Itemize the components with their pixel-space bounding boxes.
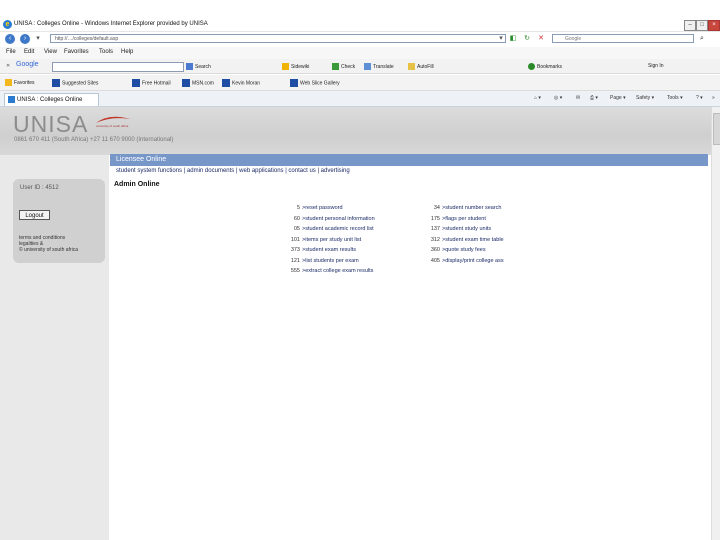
check-button[interactable]: Check xyxy=(332,63,355,70)
admin-title: Admin Online xyxy=(114,181,160,188)
favorite-free-hotmail[interactable]: Free Hotmail xyxy=(132,79,171,87)
logout-button[interactable]: Logout xyxy=(19,210,50,220)
search-icon[interactable]: ⌕ xyxy=(698,35,706,43)
menu-file[interactable]: File xyxy=(6,49,16,55)
safety-menu[interactable]: Safety ▾ xyxy=(636,95,654,101)
sidewiki-button[interactable]: Sidewiki xyxy=(282,63,309,70)
menu-bar: File Edit View Favorites Tools Help xyxy=(0,47,720,59)
link-flags-per-student[interactable]: 175 >flags per student xyxy=(426,216,486,222)
sidewiki-icon xyxy=(282,63,289,70)
section-header: Licensee Online xyxy=(110,154,708,166)
msn-icon xyxy=(182,79,190,87)
translate-icon xyxy=(364,63,371,70)
ie-logo-icon: e xyxy=(3,20,12,29)
link-student-personal-information[interactable]: 60 >student personal information xyxy=(286,216,375,222)
link-student-study-units[interactable]: 137 >student study units xyxy=(426,226,491,232)
copyright-text: © university of south africa xyxy=(19,247,78,253)
bookmarks-button[interactable]: Bookmarks xyxy=(528,63,562,70)
kevin-moran-icon xyxy=(222,79,230,87)
help-icon[interactable]: ? ▾ xyxy=(696,95,703,101)
address-field[interactable]: http://…/colleges/default.asp xyxy=(50,34,506,43)
address-bar: ‹ › ▾ http://…/colleges/default.asp ▾ ◧ … xyxy=(0,32,720,46)
page-content: UNISA university of south africa 0861 67… xyxy=(0,107,711,540)
tab-unisa-colleges-online[interactable]: UNISA : Colleges Online xyxy=(4,93,99,106)
forward-button[interactable]: › xyxy=(20,34,30,44)
bookmark-star-icon xyxy=(528,63,535,70)
sign-in-button[interactable]: Sign In xyxy=(648,63,664,69)
favorites-star-icon xyxy=(5,79,12,86)
print-icon[interactable]: ⎙ ▾ xyxy=(590,95,598,101)
web-slice-icon xyxy=(290,79,298,87)
refresh-icon[interactable]: ↻ xyxy=(523,35,531,43)
link-student-exam-results[interactable]: 373 >student exam results xyxy=(286,247,356,253)
user-box: User ID : 4512 Logout terms and conditio… xyxy=(13,179,105,263)
menu-view[interactable]: View xyxy=(44,49,57,55)
recent-pages-icon[interactable]: ▾ xyxy=(34,35,42,43)
hotmail-icon xyxy=(132,79,140,87)
left-sidebar: User ID : 4512 Logout terms and conditio… xyxy=(0,155,109,540)
spellcheck-icon xyxy=(332,63,339,70)
link-list-students-per-exam[interactable]: 121 >list students per exam xyxy=(286,258,359,264)
link-student-number-search[interactable]: 34 >student number search xyxy=(426,205,502,211)
page-favicon-icon xyxy=(8,96,15,103)
link-student-exam-time-table[interactable]: 312 >student exam time table xyxy=(426,237,504,243)
close-window-button[interactable]: × xyxy=(708,20,720,31)
link-quote-study-fees[interactable]: 360 >quote study fees xyxy=(426,247,486,253)
suggested-sites-icon xyxy=(52,79,60,87)
minimize-button[interactable]: – xyxy=(684,20,696,31)
section-title: Licensee Online xyxy=(116,156,167,163)
live-search-input[interactable]: Google xyxy=(552,34,694,43)
window-title: UNISA : Colleges Online - Windows Intern… xyxy=(14,21,208,27)
menu-edit[interactable]: Edit xyxy=(24,49,34,55)
maximize-button[interactable]: □ xyxy=(696,20,708,31)
home-icon[interactable]: ⌂ ▾ xyxy=(534,95,541,101)
site-nav-links[interactable]: student system functions | admin documen… xyxy=(116,168,350,174)
menu-help[interactable]: Help xyxy=(121,49,133,55)
menu-tools[interactable]: Tools xyxy=(99,49,113,55)
google-search-button[interactable]: Search xyxy=(186,63,211,70)
contact-numbers: 0861 670 411 (South Africa) +27 11 670 9… xyxy=(14,137,174,143)
terms-block: terms and conditions legalities & © univ… xyxy=(19,235,78,253)
favorites-bar: Favorites Suggested Sites Free Hotmail M… xyxy=(0,75,720,91)
mail-icon[interactable]: ✉ xyxy=(576,95,580,101)
stop-icon[interactable]: ✕ xyxy=(537,35,545,43)
unisa-logo: UNISA xyxy=(13,111,89,137)
favorite-suggested-sites[interactable]: Suggested Sites xyxy=(52,79,98,87)
google-search-icon xyxy=(186,63,193,70)
user-id: User ID : 4512 xyxy=(20,185,59,191)
google-search-input[interactable] xyxy=(52,62,184,72)
google-logo: Google xyxy=(16,61,39,68)
site-header: UNISA university of south africa 0861 67… xyxy=(0,107,711,155)
title-bar: e UNISA : Colleges Online - Windows Inte… xyxy=(0,18,720,32)
compatibility-icon[interactable]: ◧ xyxy=(509,35,517,43)
scrollbar-thumb[interactable] xyxy=(713,113,720,145)
logo-subtitle: university of south africa xyxy=(96,124,129,128)
favorite-kevin-moran[interactable]: Kevin Moran xyxy=(222,79,260,87)
tab-bar: UNISA : Colleges Online ⌂ ▾ ◎ ▾ ✉ ⎙ ▾ Pa… xyxy=(0,91,720,107)
toolbar-close-icon[interactable]: ✕ xyxy=(6,63,10,69)
page-menu[interactable]: Page ▾ xyxy=(610,95,626,101)
back-button[interactable]: ‹ xyxy=(5,34,15,44)
address-dropdown-icon[interactable]: ▾ xyxy=(497,35,505,43)
link-items-per-study-unit-list[interactable]: 101 >items per study unit list xyxy=(286,237,361,243)
toolbar-overflow-icon[interactable]: » xyxy=(712,95,715,101)
link-display-print-college-ass[interactable]: 405 >display/print college ass xyxy=(426,258,504,264)
autofill-button[interactable]: AutoFill xyxy=(408,63,434,70)
tab-label: UNISA : Colleges Online xyxy=(17,97,83,103)
favorites-button[interactable]: Favorites xyxy=(5,79,35,86)
tools-menu[interactable]: Tools ▾ xyxy=(667,95,683,101)
link-student-academic-record-list[interactable]: 05 >student academic record list xyxy=(286,226,374,232)
google-toolbar: ✕ Google Search Sidewiki Check Translate… xyxy=(0,59,720,74)
favorite-web-slice-gallery[interactable]: Web Slice Gallery xyxy=(290,79,340,87)
link-extract-college-exam-results[interactable]: 555 >extract college exam results xyxy=(286,268,374,274)
favorite-msn[interactable]: MSN.com xyxy=(182,79,214,87)
translate-button[interactable]: Translate xyxy=(364,63,394,70)
autofill-icon xyxy=(408,63,415,70)
vertical-scrollbar[interactable] xyxy=(711,107,720,540)
feeds-icon[interactable]: ◎ ▾ xyxy=(554,95,562,101)
menu-favorites[interactable]: Favorites xyxy=(64,49,89,55)
link-reset-password[interactable]: 5 >reset password xyxy=(286,205,343,211)
